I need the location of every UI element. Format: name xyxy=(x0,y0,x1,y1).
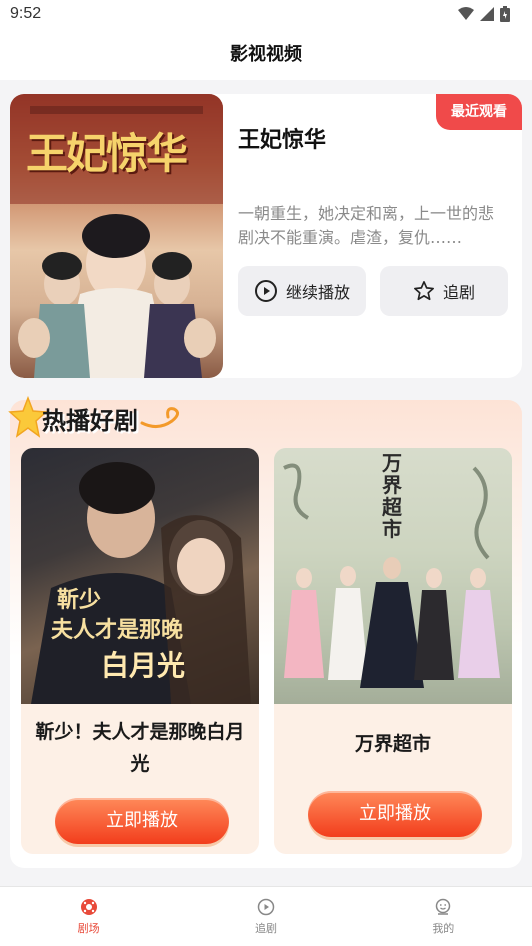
follow-drama-label: 追剧 xyxy=(442,283,475,302)
drama-poster-line-2: 夫人才是那晚 xyxy=(51,617,184,643)
hot-title: 热播好剧 xyxy=(42,406,138,435)
tab-theater[interactable]: 剧场 xyxy=(0,887,177,946)
tab-label: 我的 xyxy=(432,921,455,935)
follow-drama-button[interactable]: 追剧 xyxy=(380,266,508,316)
wifi-icon xyxy=(458,7,474,20)
recent-description: 一朝重生，她决定和离，上一世的悲剧决不能重演。虐渣，复仇…… xyxy=(238,204,495,247)
tab-label: 追剧 xyxy=(254,921,277,935)
recent-badge: 最近观看 xyxy=(436,94,522,130)
title-bar: 影视视频 xyxy=(0,30,532,80)
page-title: 影视视频 xyxy=(230,44,302,65)
tab-profile[interactable]: 我的 xyxy=(355,887,532,946)
continue-play-label: 继续播放 xyxy=(285,283,350,302)
play-now-button[interactable]: 立即播放 xyxy=(308,791,482,837)
recent-watch-card[interactable]: 王妃惊华 最近观看 王妃惊华 一朝重生，她决定和离，上一世的悲剧决不能重演。虐渣… xyxy=(10,94,522,378)
drama-name: 靳少！夫人才是那晚白月光 xyxy=(35,721,245,775)
tab-label: 剧场 xyxy=(77,921,100,935)
drama-card[interactable]: 靳少 夫人才是那晚 白月光 靳少！夫人才是那晚白月光 立即播放 xyxy=(21,448,259,854)
status-icons xyxy=(458,6,510,22)
status-time: 9:52 xyxy=(10,5,42,22)
drama-poster-title: 万界超市 xyxy=(382,451,402,541)
recent-poster[interactable]: 王妃惊华 xyxy=(10,94,223,378)
play-now-button[interactable]: 立即播放 xyxy=(55,798,229,844)
bottom-tab-bar: 剧场 追剧 我的 xyxy=(0,886,532,946)
drama-poster[interactable]: 靳少 夫人才是那晚 白月光 xyxy=(21,448,259,704)
play-circle-icon xyxy=(257,898,275,915)
play-circle-icon xyxy=(254,280,277,302)
recent-title: 王妃惊华 xyxy=(238,128,327,153)
profile-icon xyxy=(436,898,451,915)
drama-poster-line-3: 白月光 xyxy=(101,649,186,682)
recent-poster-title: 王妃惊华 xyxy=(26,129,188,178)
signal-icon xyxy=(480,7,494,21)
swirl-decoration-icon xyxy=(140,407,179,428)
status-bar: 9:52 xyxy=(0,0,532,30)
tab-follow[interactable]: 追剧 xyxy=(177,887,354,946)
star-icon xyxy=(413,281,434,301)
continue-play-button[interactable]: 继续播放 xyxy=(238,266,366,316)
drama-poster-line-1: 靳少 xyxy=(57,587,102,613)
theater-icon xyxy=(80,898,97,915)
drama-name: 万界超市 xyxy=(354,733,431,755)
hot-header: 热播好剧 xyxy=(8,394,184,442)
hot-dramas-section: 热播好剧 靳少 夫人才是那晚 白月光 靳少！夫人才是那晚白月光 立即播放 万界超… xyxy=(8,396,522,868)
drama-poster[interactable]: 万界超市 xyxy=(274,448,512,704)
battery-icon xyxy=(500,6,510,22)
drama-card[interactable]: 万界超市 万界超市 立即播放 xyxy=(274,448,512,854)
